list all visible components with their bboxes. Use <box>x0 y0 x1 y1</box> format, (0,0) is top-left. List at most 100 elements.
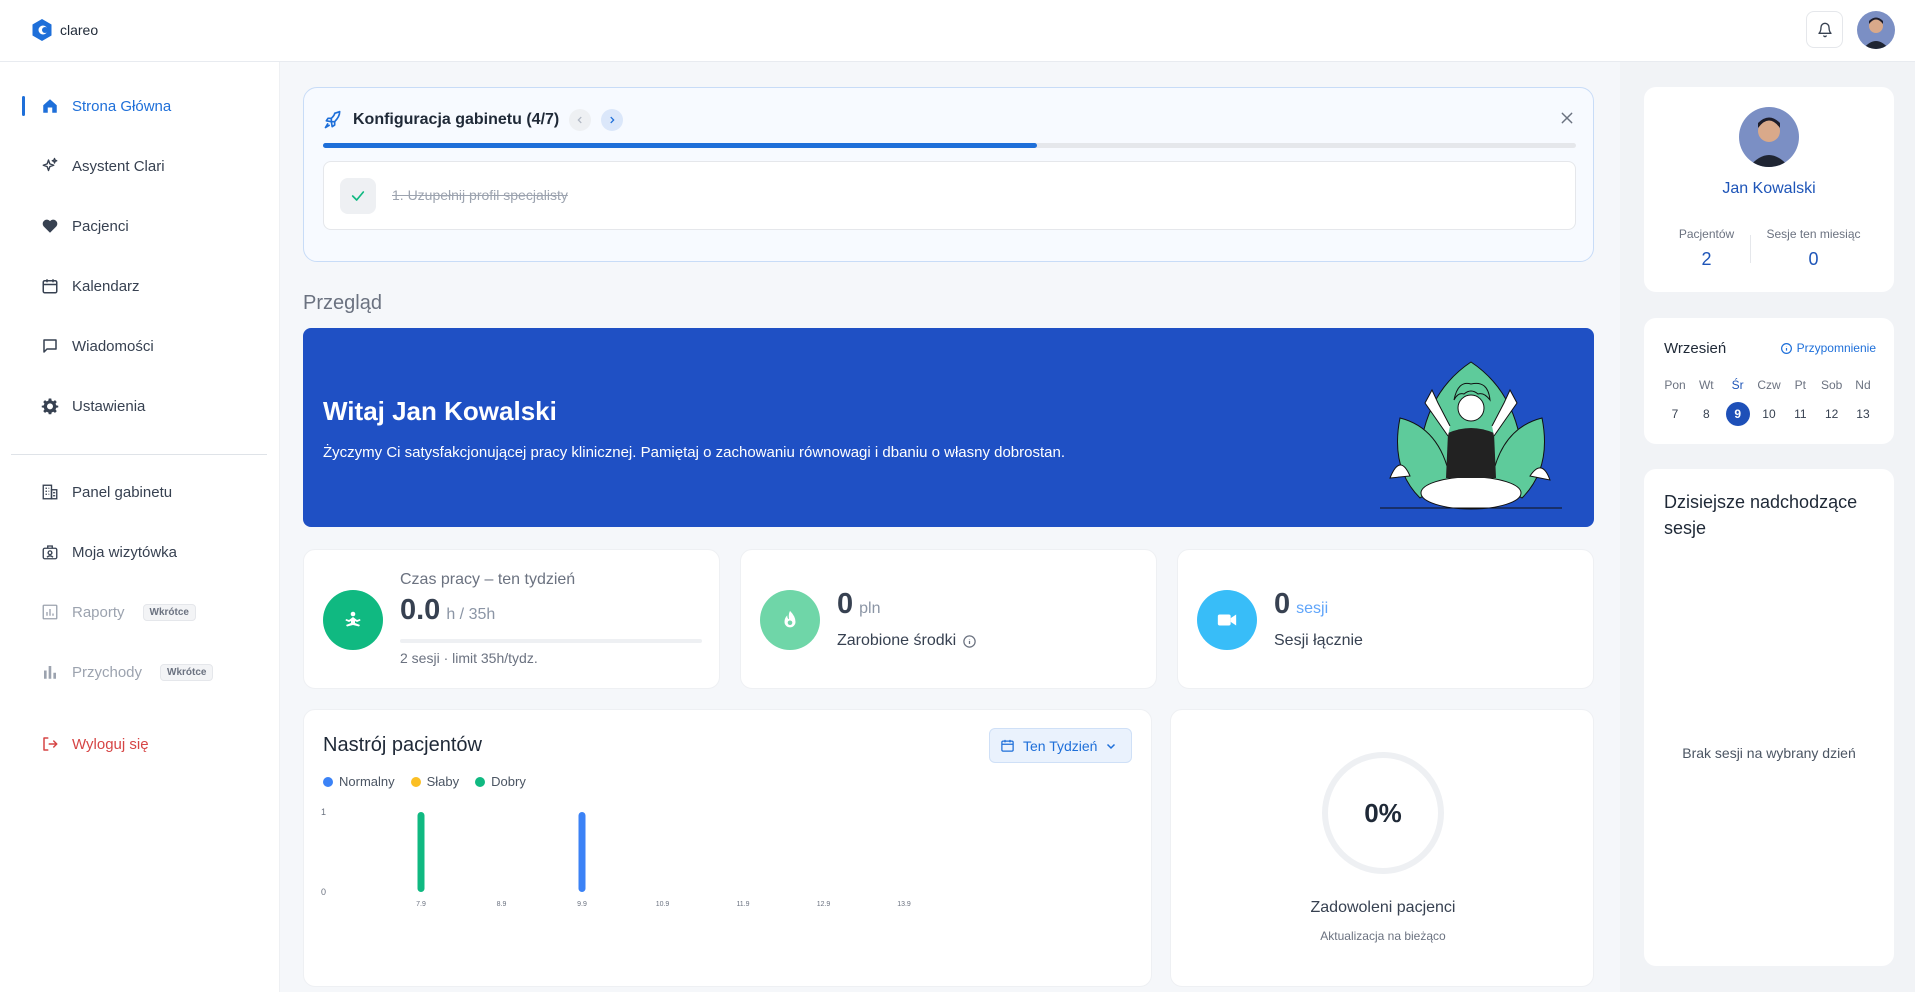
day-number[interactable]: 7 <box>1663 402 1687 426</box>
satisfaction-note: Aktualizacja na bieżąco <box>1320 929 1446 943</box>
mood-bar <box>417 812 425 892</box>
calendar-day[interactable]: Nd 13 <box>1850 378 1876 426</box>
setup-header: Konfiguracja gabinetu (4/7) <box>323 109 624 131</box>
reminder-link[interactable]: Przypomnienie <box>1780 341 1876 355</box>
sidebar-item-reports[interactable]: Raporty Wkrótce <box>22 594 272 630</box>
welcome-banner: Witaj Jan Kowalski Życzymy Ci satysfakcj… <box>303 328 1594 527</box>
upcoming-sessions-card: Dzisiejsze nadchodzące sesje Brak sesji … <box>1644 469 1894 966</box>
day-number[interactable]: 10 <box>1757 402 1781 426</box>
day-number[interactable]: 11 <box>1788 402 1812 426</box>
setup-progress-bar <box>323 143 1576 148</box>
work-time-value: 0.0 h / 35h <box>400 594 495 627</box>
bell-icon <box>1817 22 1832 37</box>
monthly-sessions-stat: Sesje ten miesiąc 0 <box>1751 227 1876 270</box>
rocket-icon <box>324 110 341 129</box>
setup-next-button[interactable] <box>601 109 624 131</box>
top-bar: clareo <box>0 0 1915 62</box>
sidebar-item-label: Panel gabinetu <box>72 483 173 501</box>
calendar-icon <box>40 276 60 296</box>
setup-step-item[interactable]: 1. Uzupełnij profil specjalisty <box>323 161 1576 230</box>
calendar-day[interactable]: Czw 10 <box>1756 378 1782 426</box>
sidebar-item-business-card[interactable]: Moja wizytówka <box>22 534 272 570</box>
sidebar-divider <box>11 454 267 455</box>
work-time-label: Czas pracy – ten tydzień <box>400 571 576 588</box>
close-icon[interactable] <box>1559 110 1575 126</box>
sidebar-item-label: Pacjenci <box>72 217 129 235</box>
clareo-logo-icon <box>32 19 52 41</box>
sidebar-item-assistant[interactable]: Asystent Clari <box>22 148 272 184</box>
avatar-image <box>1857 11 1895 49</box>
logout-label: Wyloguj się <box>72 735 149 753</box>
coming-soon-badge: Wkrótce <box>142 603 196 621</box>
mood-title: Nastrój pacjentów <box>323 734 482 756</box>
sidebar-item-practice-panel[interactable]: Panel gabinetu <box>22 474 272 510</box>
info-icon <box>1780 342 1792 354</box>
profile-name[interactable]: Jan Kowalski <box>1644 180 1894 198</box>
sessions-total-label: Sesji łącznie <box>1274 632 1363 649</box>
home-icon <box>40 96 60 116</box>
gear-icon <box>40 396 60 416</box>
calendar-day[interactable]: Wt 8 <box>1693 378 1719 426</box>
calendar-day[interactable]: Pon 7 <box>1662 378 1688 426</box>
info-icon[interactable] <box>962 634 977 649</box>
day-name: Nd <box>1855 378 1871 392</box>
calendar-day[interactable]: Sob 12 <box>1819 378 1845 426</box>
sparkles-icon <box>40 156 60 176</box>
meditation-illustration <box>1380 361 1562 510</box>
work-time-unit: h / 35h <box>446 606 496 623</box>
welcome-title: Witaj Jan Kowalski <box>323 396 557 426</box>
user-avatar[interactable] <box>1857 11 1895 49</box>
sidebar-item-patients[interactable]: Pacjenci <box>22 208 272 244</box>
day-number[interactable]: 8 <box>1694 402 1718 426</box>
legend-item[interactable]: Dobry <box>475 774 526 789</box>
sessions-total-value: 0 sesji <box>1274 588 1328 621</box>
work-time-number: 0.0 <box>400 594 441 626</box>
logout-button[interactable]: Wyloguj się <box>22 726 272 762</box>
sidebar-item-label: Raporty <box>72 603 125 621</box>
day-number[interactable]: 12 <box>1820 402 1844 426</box>
profile-avatar[interactable] <box>1739 107 1799 167</box>
legend-label: Dobry <box>491 774 526 789</box>
legend-label: Słaby <box>426 774 460 789</box>
calendar-day[interactable]: Pt 11 <box>1787 378 1813 426</box>
heart-icon <box>40 216 60 236</box>
x-tick-label: 9.9 <box>577 901 587 908</box>
legend-label: Normalny <box>339 774 395 789</box>
y-tick-label: 0 <box>321 887 326 897</box>
step-checkbox[interactable] <box>340 178 376 214</box>
date-range-dropdown[interactable]: Ten Tydzień <box>989 728 1132 763</box>
day-name: Czw <box>1757 378 1781 392</box>
day-name: Sob <box>1820 378 1843 392</box>
flame-icon <box>784 610 796 628</box>
upcoming-sessions-title: Dzisiejsze nadchodzące sesje <box>1664 492 1858 538</box>
calendar-days: Pon 7 Wt 8 Śr 9 Czw 10 Pt 11 Sob 12 Nd 13 <box>1662 378 1876 426</box>
x-tick-label: 11.9 <box>736 901 749 908</box>
day-number[interactable]: 9 <box>1725 402 1750 426</box>
calendar-day[interactable]: Śr 9 <box>1725 378 1751 426</box>
chat-bubble-icon <box>40 336 60 356</box>
earnings-number: 0 <box>837 588 854 620</box>
sidebar-item-label: Strona Główna <box>72 97 172 115</box>
app-logo[interactable]: clareo <box>30 18 98 42</box>
sidebar-item-label: Wiadomości <box>72 337 154 355</box>
earnings-label-row: Zarobione środki <box>837 632 977 650</box>
day-number[interactable]: 13 <box>1851 402 1875 426</box>
sidebar-item-messages[interactable]: Wiadomości <box>22 328 272 364</box>
x-tick-label: 10.9 <box>656 901 670 908</box>
welcome-subtitle: Życzymy Ci satysfakcjonującej pracy klin… <box>323 444 1066 461</box>
satisfaction-card: 0% Zadowoleni pacjenci Aktualizacja na b… <box>1170 709 1594 987</box>
sidebar-item-calendar[interactable]: Kalendarz <box>22 268 272 304</box>
notifications-button[interactable] <box>1806 11 1843 48</box>
work-time-note: 2 sesji · limit 35h/tydz. <box>400 650 538 666</box>
sidebar-item-revenue[interactable]: Przychody Wkrótce <box>22 654 272 690</box>
legend-item[interactable]: Słaby <box>410 774 460 789</box>
id-badge-icon <box>40 542 60 562</box>
week-calendar-card: Wrzesień Przypomnienie Pon 7 Wt 8 Śr 9 Czw 10 Pt… <box>1644 318 1894 444</box>
sidebar-item-settings[interactable]: Ustawienia <box>22 388 272 424</box>
legend-item[interactable]: Normalny <box>323 774 395 789</box>
avatar-image <box>1739 107 1799 167</box>
setup-prev-button[interactable] <box>569 109 592 131</box>
legend-dot <box>323 776 333 787</box>
chevron-down-icon <box>1107 743 1116 749</box>
sidebar-item-home[interactable]: Strona Główna <box>22 88 272 124</box>
